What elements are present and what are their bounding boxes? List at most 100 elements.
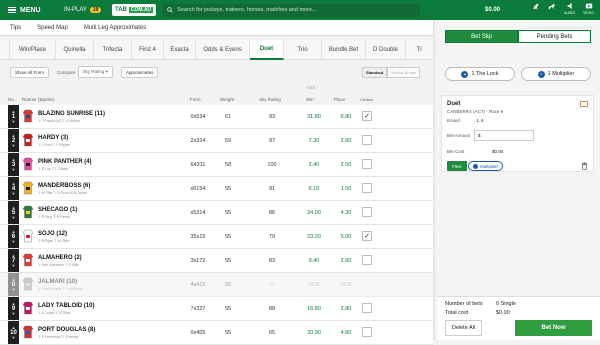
table-row[interactable]: ▲ 10 ▼ PORT DOUGLAS (8) J: E Hennessy T: S H… xyxy=(0,321,433,345)
speed-map-link[interactable]: Speed Map xyxy=(37,25,68,31)
tab-odds-evens[interactable]: Odds & Evens xyxy=(196,39,250,60)
runner-win-odds[interactable]: 2.40 xyxy=(300,162,328,168)
runner-name[interactable]: BLAZING SUNRISE (11) xyxy=(38,111,105,117)
runner-select-checkbox[interactable] xyxy=(362,327,372,337)
runner-select-checkbox[interactable] xyxy=(362,159,372,169)
runner-win-odds[interactable]: 7.30 xyxy=(300,138,328,144)
runner-name[interactable]: SHECAGO (1) xyxy=(38,207,77,213)
runner-select-checkbox[interactable] xyxy=(362,255,372,265)
tab-daily-double[interactable]: D Double xyxy=(366,39,406,60)
runner-place-odds[interactable]: 5.00 xyxy=(332,234,360,240)
runner-win-odds[interactable]: 31.80 xyxy=(300,114,328,120)
table-row[interactable]: ▲ 7 ▼ ALMAHERO (2) J: Ken Swerwein T: S Seib… xyxy=(0,249,433,273)
multi-leg-approximates-link[interactable]: Multi Leg Approximates xyxy=(84,25,146,31)
tab-trifecta[interactable]: Trifecta xyxy=(94,39,132,60)
runner-win-odds[interactable]: 16.80 xyxy=(300,306,328,312)
multiplier-button[interactable]: Multiplier xyxy=(468,161,504,171)
runner-place-odds[interactable]: 2.50 xyxy=(332,162,360,168)
search-input[interactable]: Search for jockeys, trainers, horses, ma… xyxy=(162,3,421,17)
greyhound-icon[interactable] xyxy=(548,2,556,15)
the-lock-button[interactable]: 🔒︎ 1 The Lock xyxy=(445,67,515,81)
header-form[interactable]: Form xyxy=(190,97,201,102)
inplay-button[interactable]: IN-PLAY 19 xyxy=(64,7,112,13)
runner-win-odds[interactable]: 23.20 xyxy=(300,234,328,240)
runner-place-odds[interactable]: 2.60 xyxy=(332,258,360,264)
runner-win-odds[interactable]: SCR xyxy=(300,282,328,288)
table-row[interactable]: ▲ 5 ▼ SHECAGO (1) J: R King T: R Pinner x5314… xyxy=(0,201,433,225)
tab-trebles[interactable]: Tr xyxy=(406,40,433,60)
header-weight[interactable]: Weight xyxy=(220,97,234,102)
runner-place-odds[interactable]: 2.80 xyxy=(332,306,360,312)
runner-win-odds[interactable]: 24.00 xyxy=(300,210,328,216)
runner-win-odds[interactable]: 9.40 xyxy=(300,258,328,264)
header-win[interactable]: Win xyxy=(306,97,314,102)
chevron-down-icon: ▼ xyxy=(11,142,16,148)
tab-win-place[interactable]: Win/Place xyxy=(10,39,56,60)
runner-select-checkbox[interactable]: ✓ xyxy=(362,111,372,121)
tips-link[interactable]: Tips xyxy=(10,25,21,31)
flexi-button[interactable]: Flexi xyxy=(447,161,467,171)
runner-name[interactable]: LADY TABLOID (10) xyxy=(38,303,94,309)
table-row[interactable]: ▲ 2 ▼ HARDY (3) J: J Ford T: L Pepper 2x324 59… xyxy=(0,129,433,153)
bet-amount-input[interactable]: $ xyxy=(474,130,534,141)
runner-select-checkbox[interactable] xyxy=(362,135,372,145)
runner-name[interactable]: MANDERBOSS (6) xyxy=(38,183,90,189)
runner-place-odds[interactable]: SCR xyxy=(332,282,360,288)
runner-select-checkbox[interactable]: ✓ xyxy=(362,231,372,241)
runner-place-odds[interactable]: 4.60 xyxy=(332,330,360,336)
table-row[interactable]: ▲ 9 ▼ LADY TABLOID (10) J: A Collett T: N Ol… xyxy=(0,297,433,321)
runner-place-odds[interactable]: 1.50 xyxy=(332,186,360,192)
runner-select-checkbox[interactable] xyxy=(362,183,372,193)
standout-toggle[interactable]: Standout xyxy=(362,67,388,78)
tab-quinella[interactable]: Quinella xyxy=(56,39,94,60)
horse-racing-icon[interactable] xyxy=(532,2,540,15)
runner-select-checkbox[interactable] xyxy=(362,207,372,217)
delete-all-button[interactable]: Delete All xyxy=(445,320,482,336)
show-all-form-button[interactable]: Show All Form xyxy=(10,66,50,78)
standout-boxing-toggle: Standout Boxing Button xyxy=(362,67,421,78)
header-runner[interactable]: Runner (Barrier) xyxy=(22,97,55,102)
tab-bet-slip[interactable]: Bet Slip xyxy=(445,30,518,43)
runner-select-checkbox[interactable] xyxy=(362,303,372,313)
runner-name[interactable]: PORT DOUGLAS (8) xyxy=(38,327,95,333)
bet-cost-value: $0.00 xyxy=(492,149,504,154)
table-row[interactable]: ▲ 8 ▼ JALMARI (10) J: Paul Neilson T: N Will… xyxy=(0,273,433,297)
video-icon[interactable]: VIDEO xyxy=(583,2,594,15)
menu-button[interactable]: MENU xyxy=(0,7,60,14)
account-balance[interactable]: $0.00 xyxy=(485,7,500,13)
tab-trio[interactable]: Trio xyxy=(284,39,322,60)
bet-now-button[interactable]: Bet Now xyxy=(515,320,592,336)
compare-select[interactable]: Sky Rating ▾ xyxy=(77,66,113,78)
tab-logo[interactable]: TAB COM.AU xyxy=(112,4,157,16)
runner-number: ▲ 7 ▼ xyxy=(8,249,19,272)
runner-win-odds[interactable]: 20.90 xyxy=(300,330,328,336)
header-no[interactable]: No. xyxy=(8,97,15,102)
multiplier-pill-button[interactable]: × 1 Multiplier xyxy=(521,67,591,81)
table-row[interactable]: ▲ 1 ▼ BLAZING SUNRISE (11) J: J Pracht (a2) … xyxy=(0,105,433,129)
runner-name[interactable]: SOJO (12) xyxy=(38,231,67,237)
runner-place-odds[interactable]: 4.30 xyxy=(332,210,360,216)
table-row[interactable]: ▲ 6 ▼ SOJO (12) J: B Ryan T: N Olive 35x15 55 7… xyxy=(0,225,433,249)
tab-first-4[interactable]: First 4 xyxy=(132,39,164,60)
remove-bet-icon[interactable] xyxy=(580,101,588,107)
runner-name[interactable]: ALMAHERO (2) xyxy=(38,255,82,261)
approximates-button[interactable]: Approximates xyxy=(120,66,159,78)
tab-pending-bets[interactable]: Pending Bets xyxy=(518,30,591,43)
runner-win-odds[interactable]: 6.10 xyxy=(300,186,328,192)
tab-exacta[interactable]: Exacta xyxy=(164,39,196,60)
tab-bundle-bet[interactable]: Bundle Bet xyxy=(322,39,366,60)
tab-duet[interactable]: Duet xyxy=(250,39,284,60)
audio-icon[interactable]: AUDIO xyxy=(564,2,575,15)
table-row[interactable]: ▲ 3 ▼ PINK PANTHER (4) J: B Loy T: L Cleary 6… xyxy=(0,153,433,177)
header-place[interactable]: Place xyxy=(334,97,345,102)
trash-icon[interactable] xyxy=(581,162,588,170)
runner-name[interactable]: JALMARI (10) xyxy=(38,279,77,285)
bet-summary: Number of bets 0 Single Total cost $0.00… xyxy=(437,296,600,340)
table-row[interactable]: ▲ 4 ▼ MANDERBOSS (6) J: M Pike T: D Fiucci &… xyxy=(0,177,433,201)
header-sky-rating[interactable]: Sky Rating xyxy=(259,97,281,102)
runner-name[interactable]: PINK PANTHER (4) xyxy=(38,159,92,165)
runner-place-odds[interactable]: 2.60 xyxy=(332,138,360,144)
runner-place-odds[interactable]: 6.80 xyxy=(332,114,360,120)
runner-name[interactable]: HARDY (3) xyxy=(38,135,68,141)
boxing-toggle[interactable]: Boxing Button xyxy=(387,67,421,78)
